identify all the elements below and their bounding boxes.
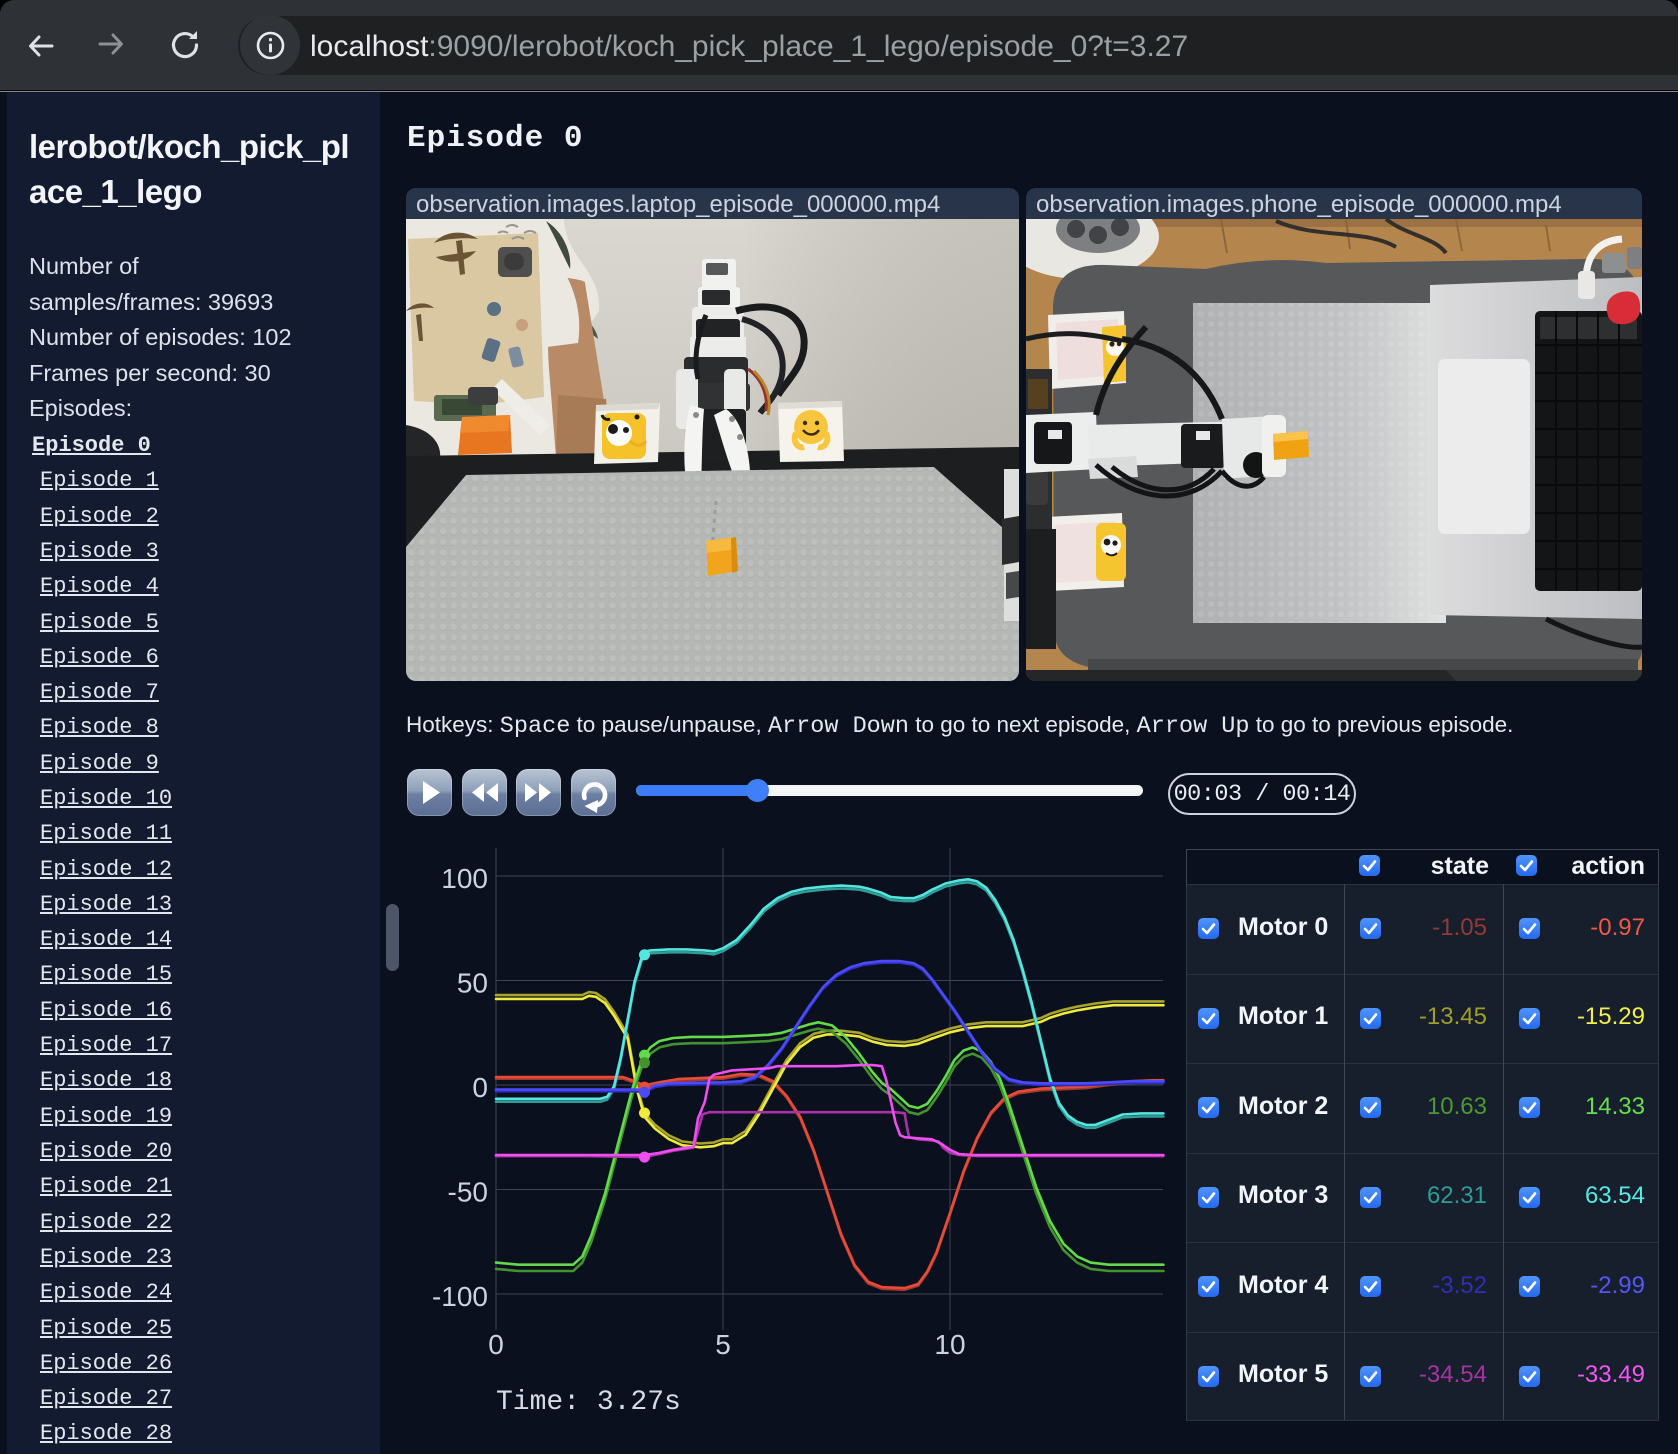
svg-text:-50: -50	[448, 1177, 488, 1208]
svg-text:Time: 3.27s: Time: 3.27s	[496, 1387, 681, 1418]
svg-text:-100: -100	[432, 1281, 488, 1312]
svg-text:0: 0	[472, 1072, 488, 1103]
svg-text:10: 10	[934, 1329, 965, 1360]
svg-text:5: 5	[715, 1329, 731, 1360]
svg-text:0: 0	[488, 1329, 504, 1360]
svg-text:100: 100	[441, 863, 488, 894]
svg-text:50: 50	[457, 968, 488, 999]
